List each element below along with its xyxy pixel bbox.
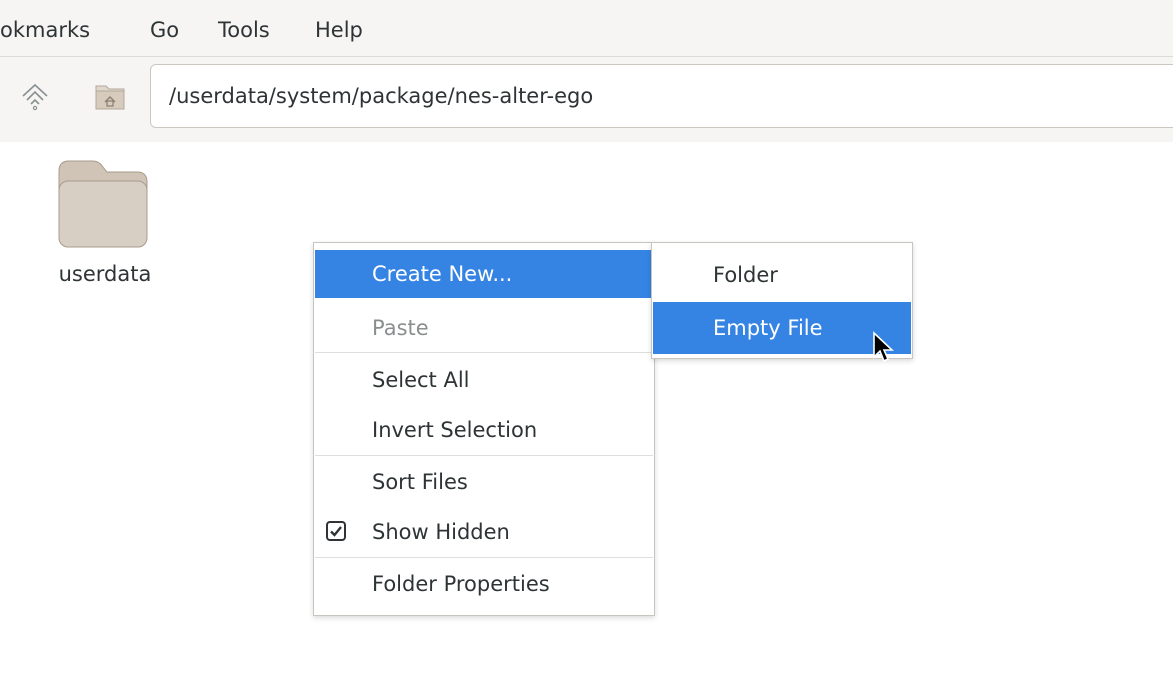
checkmark-icon xyxy=(330,526,342,537)
context-menu: Create New... Paste Select All Invert Se… xyxy=(313,242,655,616)
menu-bar: okmarks Go Tools Help xyxy=(0,0,1173,57)
menu-go[interactable]: Go xyxy=(150,17,179,43)
toolbar: /userdata/system/package/nes-alter-ego xyxy=(0,57,1173,142)
menu-item-select-all[interactable]: Select All xyxy=(315,356,653,404)
go-up-icon[interactable] xyxy=(19,80,51,112)
menu-separator xyxy=(315,455,653,456)
menu-item-label: Paste xyxy=(372,316,429,340)
menu-item-label: Invert Selection xyxy=(372,418,538,442)
menu-item-label: Show Hidden xyxy=(372,520,510,544)
home-folder-icon[interactable] xyxy=(94,80,126,112)
folder-label: userdata xyxy=(58,262,152,286)
menu-item-show-hidden[interactable]: Show Hidden xyxy=(315,508,653,556)
menu-item-folder-properties[interactable]: Folder Properties xyxy=(315,560,653,608)
menu-item-create-new[interactable]: Create New... xyxy=(315,250,653,298)
menu-item-label: Select All xyxy=(372,368,470,392)
show-hidden-checkbox[interactable] xyxy=(326,521,346,541)
menu-help[interactable]: Help xyxy=(315,17,363,43)
menu-item-label: Create New... xyxy=(372,262,513,286)
menu-item-label: Folder Properties xyxy=(372,572,550,596)
folder-item[interactable]: userdata xyxy=(30,152,180,292)
location-entry[interactable]: /userdata/system/package/nes-alter-ego xyxy=(150,64,1173,128)
file-manager-window: okmarks Go Tools Help /userdata/system/p… xyxy=(0,0,1173,691)
menu-item-invert-selection[interactable]: Invert Selection xyxy=(315,406,653,454)
menu-bookmarks[interactable]: okmarks xyxy=(0,17,90,43)
mouse-pointer-icon xyxy=(872,331,895,365)
menu-item-paste: Paste xyxy=(315,304,653,352)
folder-icon xyxy=(58,160,148,248)
menu-separator xyxy=(315,352,653,353)
submenu-item-folder[interactable]: Folder xyxy=(653,249,911,301)
menu-item-label: Sort Files xyxy=(372,470,468,494)
menu-item-sort-files[interactable]: Sort Files xyxy=(315,458,653,506)
menu-separator xyxy=(315,557,653,558)
menu-tools[interactable]: Tools xyxy=(218,17,270,43)
submenu-item-label: Folder xyxy=(713,263,778,287)
submenu-item-label: Empty File xyxy=(713,316,823,340)
